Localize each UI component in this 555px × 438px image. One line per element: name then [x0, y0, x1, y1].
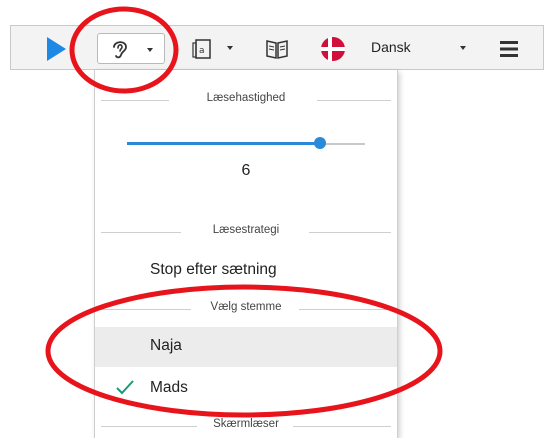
voice-option-naja[interactable]: Naja [95, 327, 397, 367]
danish-flag-icon [321, 36, 345, 61]
section-header-strategy: Læsestrategi [95, 222, 397, 242]
speech-settings-dropdown: Læsehastighed 6 Læsestrategi Stop efter … [94, 70, 398, 438]
voice-label: Mads [150, 379, 188, 396]
svg-text:a: a [199, 46, 205, 56]
strategy-header: Læsestrategi [212, 224, 280, 236]
toolbar: a Dansk [10, 25, 544, 70]
chevron-down-icon[interactable] [227, 46, 233, 50]
ear-icon [113, 41, 127, 59]
slider-fill [127, 142, 320, 145]
strategy-option-label: Stop efter sætning [150, 261, 277, 278]
speed-value: 6 [241, 162, 251, 179]
voice-header: Vælg stemme [210, 301, 282, 313]
reading-mode-button[interactable]: a [191, 26, 213, 71]
language-label[interactable]: Dansk [371, 39, 411, 55]
open-book-icon [266, 39, 288, 59]
voice-label: Naja [150, 337, 182, 354]
main-menu-button[interactable] [499, 26, 519, 71]
screenreader-header: Skærmlæser [213, 418, 279, 430]
voice-option-mads[interactable]: Mads [95, 369, 397, 409]
dictionary-button[interactable] [265, 26, 289, 71]
speed-header: Læsehastighed [206, 92, 286, 104]
hamburger-menu-icon [500, 40, 518, 57]
language-chevron-down-icon[interactable] [460, 46, 466, 50]
play-button[interactable] [45, 26, 67, 71]
section-header-speed: Læsehastighed [95, 90, 397, 110]
section-header-screenreader: Skærmlæser [95, 416, 397, 436]
section-header-voice: Vælg stemme [95, 299, 397, 319]
slider-thumb[interactable] [313, 137, 326, 149]
strategy-option[interactable]: Stop efter sætning [95, 251, 397, 291]
chevron-down-icon [147, 48, 153, 52]
checkmark-icon [116, 380, 134, 395]
ear-speech-settings-button[interactable] [97, 33, 165, 64]
language-flag[interactable] [320, 26, 346, 71]
play-icon [47, 36, 66, 61]
book-page-icon: a [192, 38, 211, 59]
